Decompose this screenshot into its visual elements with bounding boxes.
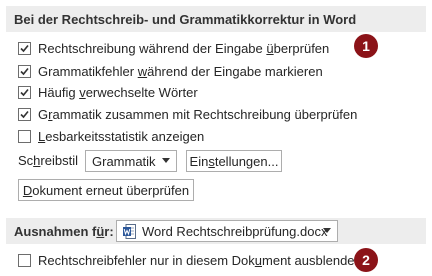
section-title: Bei der Rechtschreib- und Grammatikkorre… bbox=[14, 11, 357, 27]
recheck-document-button[interactable]: Dokument erneut überprüfen bbox=[18, 179, 194, 201]
proofing-section-header: Bei der Rechtschreib- und Grammatikkorre… bbox=[6, 6, 426, 32]
checkbox-check-spelling-as-you-type[interactable]: Rechtschreibung während der Eingabe über… bbox=[18, 38, 329, 58]
checkbox-label: Lesbarkeitsstatistik anzeigen bbox=[38, 128, 205, 144]
exceptions-document-value: Word Rechtschreibprüfung.docx bbox=[142, 223, 328, 239]
checkbox-readability-statistics[interactable]: Lesbarkeitsstatistik anzeigen bbox=[18, 126, 204, 146]
callout-badge-2: 2 bbox=[354, 248, 378, 272]
checkbox-label: Grammatik zusammen mit Rechtschreibung ü… bbox=[38, 106, 358, 122]
checkbox-mark-grammar-errors[interactable]: Grammatikfehler während der Eingabe mark… bbox=[18, 61, 323, 81]
checkbox-label: Häufig verwechselte Wörter bbox=[38, 84, 198, 100]
checkbox-box[interactable] bbox=[18, 64, 31, 78]
checkbox-hide-spelling-errors-in-document[interactable]: Rechtschreibfehler nur in diesem Dokumen… bbox=[18, 250, 362, 270]
checkbox-check-grammar-with-spelling[interactable]: Grammatik zusammen mit Rechtschreibung ü… bbox=[18, 104, 357, 124]
checkbox-box[interactable] bbox=[18, 107, 31, 121]
chevron-down-icon bbox=[323, 228, 331, 233]
settings-button[interactable]: Ein s tellungen... bbox=[186, 150, 282, 172]
checkbox-label: Rechtschreibfehler nur in diesem Dokumen… bbox=[38, 252, 362, 268]
checkbox-box[interactable] bbox=[18, 129, 31, 143]
checkbox-box[interactable] bbox=[18, 253, 31, 267]
checkbox-box[interactable] bbox=[18, 41, 31, 55]
writing-style-value: Grammatik bbox=[92, 153, 156, 169]
checkbox-label: Rechtschreibung während der Eingabe über… bbox=[38, 40, 330, 56]
exceptions-label: Ausnahmen für: bbox=[14, 223, 114, 239]
writing-style-label: Schreibstil bbox=[18, 153, 78, 168]
word-document-icon bbox=[123, 223, 136, 239]
exceptions-document-select[interactable]: Word Rechtschreibprüfung.docx bbox=[116, 220, 338, 242]
callout-badge-1: 1 bbox=[354, 34, 378, 58]
checkbox-box[interactable] bbox=[18, 85, 31, 99]
checkbox-label: Grammatikfehler während der Eingabe mark… bbox=[38, 63, 323, 79]
chevron-down-icon bbox=[162, 158, 170, 163]
checkbox-frequently-confused-words[interactable]: Häufig verwechselte Wörter bbox=[18, 82, 198, 102]
writing-style-select[interactable]: Grammatik bbox=[85, 150, 177, 172]
